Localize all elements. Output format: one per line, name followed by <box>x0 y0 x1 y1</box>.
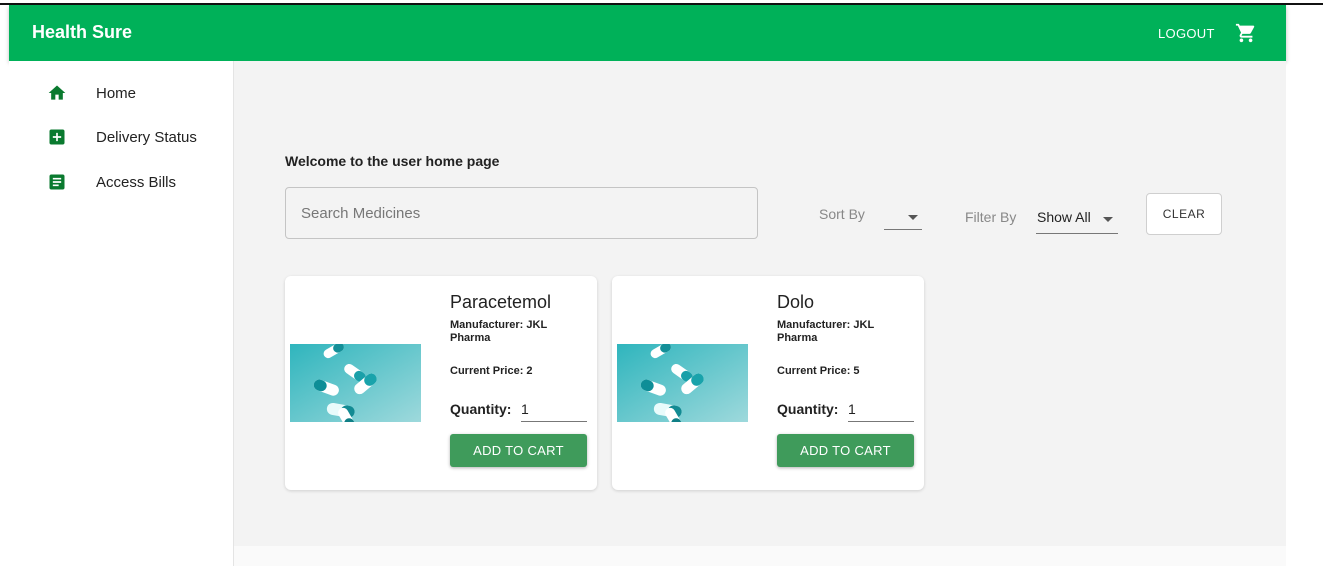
chevron-down-icon <box>908 215 918 220</box>
sidebar-item-home[interactable]: Home <box>9 83 233 123</box>
pills-image <box>617 344 748 422</box>
product-manufacturer: Manufacturer: JKL Pharma <box>777 319 874 344</box>
search-input[interactable] <box>285 187 758 239</box>
product-manufacturer: Manufacturer: JKL Pharma <box>450 319 547 344</box>
sidebar-item-label: Delivery Status <box>96 129 197 146</box>
shopping-cart-icon[interactable] <box>1235 22 1257 44</box>
sort-by-select[interactable] <box>884 205 922 230</box>
bill-icon <box>49 174 65 190</box>
quantity-label: Quantity: <box>450 401 512 417</box>
sidebar-item-access-bills[interactable]: Access Bills <box>9 172 233 212</box>
add-to-cart-button[interactable]: ADD TO CART <box>777 434 914 467</box>
product-name: Dolo <box>777 292 815 312</box>
chevron-down-icon <box>1103 217 1113 222</box>
home-icon <box>48 85 66 100</box>
filter-by-label: Filter By <box>965 209 1017 225</box>
footer-area <box>234 546 1286 566</box>
app-title: Health Sure <box>32 22 133 42</box>
page-title: Welcome to the user home page <box>285 153 500 169</box>
sidebar: Home Delivery Status Access Bills <box>9 61 234 566</box>
sort-by-label: Sort By <box>819 206 865 222</box>
product-card: Paracetemol Manufacturer: JKL Pharma Cur… <box>285 276 597 490</box>
sidebar-item-delivery-status[interactable]: Delivery Status <box>9 127 233 167</box>
add-to-cart-button[interactable]: ADD TO CART <box>450 434 587 467</box>
main-content: Welcome to the user home page Sort By Fi… <box>234 61 1286 546</box>
quantity-input[interactable] <box>521 397 587 422</box>
app-bar: Health Sure LOGOUT <box>9 5 1286 61</box>
medical-plus-icon <box>49 129 65 145</box>
quantity-label: Quantity: <box>777 401 839 417</box>
product-name: Paracetemol <box>450 292 552 312</box>
sidebar-item-label: Home <box>96 85 137 102</box>
filter-by-select[interactable]: Show All <box>1036 205 1118 234</box>
product-price: Current Price: 5 <box>777 365 860 377</box>
quantity-input[interactable] <box>848 397 914 422</box>
sidebar-item-label: Access Bills <box>96 174 177 191</box>
clear-button[interactable]: CLEAR <box>1146 193 1222 235</box>
logout-button[interactable]: LOGOUT <box>1158 26 1215 41</box>
pills-image <box>290 344 421 422</box>
filter-by-value: Show All <box>1037 209 1091 225</box>
product-price: Current Price: 2 <box>450 365 533 377</box>
product-card: Dolo Manufacturer: JKL Pharma Current Pr… <box>612 276 924 490</box>
